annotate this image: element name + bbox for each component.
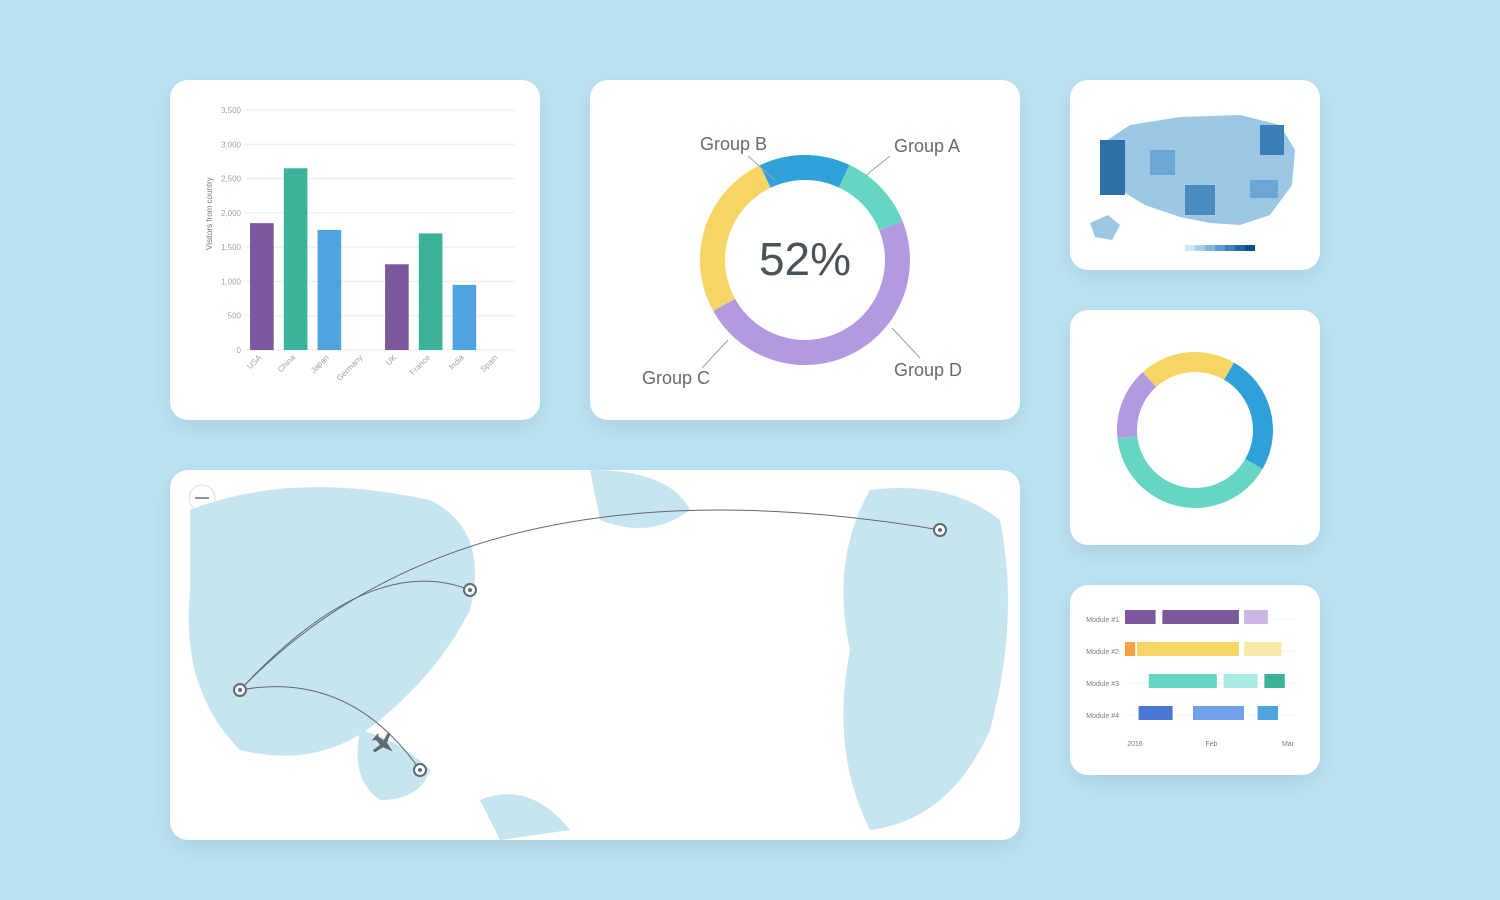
card-world-map bbox=[170, 470, 1020, 840]
us-state-co bbox=[1150, 150, 1175, 175]
gantt-segment bbox=[1125, 642, 1135, 656]
bar-ytick: 3,500 bbox=[221, 106, 242, 115]
bar bbox=[419, 233, 443, 350]
gantt-segment bbox=[1264, 674, 1284, 688]
us-state-tx bbox=[1185, 185, 1215, 215]
callout-line-c bbox=[702, 340, 728, 368]
callout-line-a bbox=[865, 156, 890, 176]
bar bbox=[453, 285, 477, 350]
bar-ytick: 0 bbox=[237, 346, 242, 355]
bar-ytick: 2,500 bbox=[221, 175, 242, 184]
gantt-xticks: 2016 Feb Mar bbox=[1127, 741, 1294, 748]
gantt-rows: Module #1 Module #2 Module #3 Module #4 bbox=[1086, 610, 1295, 720]
bar-xtick: France bbox=[408, 353, 432, 377]
gantt-xtick: 2016 bbox=[1127, 741, 1143, 748]
donut-center-label: 52% bbox=[759, 233, 851, 285]
bar bbox=[385, 264, 409, 350]
bar-bars bbox=[250, 168, 476, 350]
gantt-row-label: Module #4 bbox=[1086, 713, 1119, 720]
donut-small-ring bbox=[1117, 352, 1273, 508]
bar-ytick: 1,000 bbox=[221, 277, 242, 286]
bar bbox=[250, 223, 274, 350]
donut-slice bbox=[1143, 352, 1234, 387]
gantt-xtick: Feb bbox=[1205, 741, 1217, 748]
bar-ytick: 2,000 bbox=[221, 209, 242, 218]
us-choropleth bbox=[1070, 80, 1320, 270]
world-flight-map bbox=[170, 470, 1020, 840]
bar-xtick: UK bbox=[384, 353, 399, 368]
bar-xtick: China bbox=[276, 353, 298, 375]
gantt-segment bbox=[1244, 642, 1281, 656]
donut-slice bbox=[1117, 436, 1262, 508]
gantt-segment bbox=[1162, 610, 1239, 624]
label-group-c: Group C bbox=[642, 368, 710, 388]
gantt-segment bbox=[1137, 642, 1239, 656]
us-state-se bbox=[1250, 180, 1278, 198]
donut-slice bbox=[760, 155, 849, 188]
card-donut-small bbox=[1070, 310, 1320, 545]
donut-groups-chart: 52% Group B Group A Group C Group D bbox=[590, 80, 1020, 420]
gantt-segment bbox=[1258, 706, 1278, 720]
us-legend bbox=[1185, 245, 1255, 251]
label-group-b: Group B bbox=[700, 134, 767, 154]
bar-xticks: USA China JapanGermany UK France India Spain bbox=[245, 353, 499, 383]
gantt-xtick: Mar bbox=[1282, 741, 1295, 748]
gantt-segment bbox=[1193, 706, 1244, 720]
gantt-segment bbox=[1224, 674, 1258, 688]
bar-xtick: Spain bbox=[479, 353, 500, 374]
bar-xtick: India bbox=[447, 353, 466, 372]
bar-xtick: Japan bbox=[309, 353, 331, 375]
card-us-map bbox=[1070, 80, 1320, 270]
gantt-segment bbox=[1149, 674, 1217, 688]
gantt-row-label: Module #3 bbox=[1086, 681, 1119, 688]
gantt-segment bbox=[1139, 706, 1173, 720]
donut-slice bbox=[1224, 362, 1273, 469]
donut-small-chart bbox=[1070, 310, 1320, 545]
gantt-segment bbox=[1125, 610, 1156, 624]
gantt-row-label: Module #2 bbox=[1086, 649, 1119, 656]
donut-slice bbox=[1117, 372, 1156, 438]
bar-ytick: 500 bbox=[228, 312, 242, 321]
bar-xtick: Germany bbox=[335, 353, 365, 383]
card-bar-chart: Visitors from country 0 500 1,000 1,500 2,00… bbox=[170, 80, 540, 420]
callout-line-d bbox=[892, 328, 920, 358]
us-state-ca bbox=[1100, 140, 1125, 195]
bar-xtick: USA bbox=[245, 353, 263, 371]
bar-ytick: 1,500 bbox=[221, 243, 242, 252]
donut-slice bbox=[839, 165, 903, 230]
gantt-row-label: Module #1 bbox=[1086, 617, 1119, 624]
label-group-a: Group A bbox=[894, 136, 960, 156]
us-alaska bbox=[1090, 215, 1120, 240]
gantt-chart: Module #1 Module #2 Module #3 Module #4 201… bbox=[1070, 585, 1320, 775]
bar-ylabel: Visitors from country bbox=[205, 177, 214, 250]
bar-ytick: 3,000 bbox=[221, 140, 242, 149]
bar bbox=[284, 168, 308, 350]
label-group-d: Group D bbox=[894, 360, 962, 380]
us-state-ne bbox=[1260, 125, 1284, 155]
bar-chart: Visitors from country 0 500 1,000 1,500 2,00… bbox=[200, 100, 530, 410]
card-gantt: Module #1 Module #2 Module #3 Module #4 201… bbox=[1070, 585, 1320, 775]
gantt-segment bbox=[1244, 610, 1268, 624]
landmasses bbox=[189, 470, 1008, 840]
card-donut-groups: 52% Group B Group A Group C Group D bbox=[590, 80, 1020, 420]
bar bbox=[318, 230, 342, 350]
